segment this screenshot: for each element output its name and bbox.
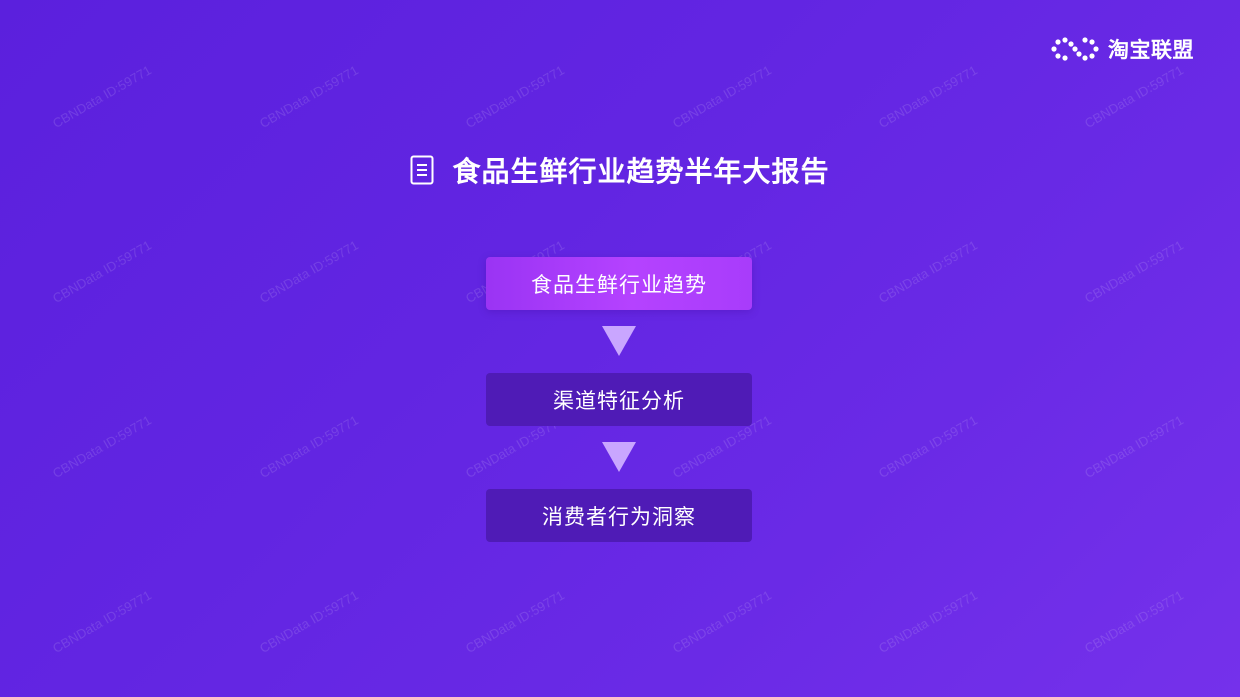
step-channel-analysis[interactable]: 渠道特征分析 xyxy=(486,373,752,426)
triangle-down-icon xyxy=(602,326,636,356)
step-consumer-insights[interactable]: 消费者行为洞察 xyxy=(486,489,752,542)
watermark-text: CBNData ID:59771 xyxy=(257,412,361,481)
page-title: 食品生鲜行业趋势半年大报告 xyxy=(452,155,830,188)
step-food-fresh-trends[interactable]: 食品生鲜行业趋势 xyxy=(486,257,752,310)
watermark-text: CBNData ID:59771 xyxy=(876,587,980,656)
watermark-text: CBNData ID:59771 xyxy=(463,62,567,131)
watermark-text: CBNData ID:59771 xyxy=(876,62,980,131)
brand-logo: 淘宝联盟 xyxy=(1050,34,1194,64)
watermark-text: CBNData ID:59771 xyxy=(50,412,154,481)
watermark-text: CBNData ID:59771 xyxy=(50,237,154,306)
watermark-text: CBNData ID:59771 xyxy=(670,62,774,131)
watermark-text: CBNData ID:59771 xyxy=(50,62,154,131)
taobao-alliance-logo-icon xyxy=(1051,37,1099,61)
watermark-text: CBNData ID:59771 xyxy=(257,237,361,306)
watermark-text: CBNData ID:59771 xyxy=(1082,62,1186,131)
brand-name: 淘宝联盟 xyxy=(1108,38,1194,62)
watermark-text: CBNData ID:59771 xyxy=(50,587,154,656)
watermark-text: CBNData ID:59771 xyxy=(876,237,980,306)
watermark-text: CBNData ID:59771 xyxy=(876,412,980,481)
watermark-text: CBNData ID:59771 xyxy=(463,587,567,656)
watermark-text: CBNData ID:59771 xyxy=(670,587,774,656)
watermark-text: CBNData ID:59771 xyxy=(1082,587,1186,656)
triangle-down-icon xyxy=(602,442,636,472)
document-icon xyxy=(410,155,434,185)
watermark-text: CBNData ID:59771 xyxy=(1082,237,1186,306)
title-row: 食品生鲜行业趋势半年大报告 xyxy=(0,150,1240,190)
watermark-text: CBNData ID:59771 xyxy=(257,62,361,131)
watermark-text: CBNData ID:59771 xyxy=(1082,412,1186,481)
watermark-text: CBNData ID:59771 xyxy=(257,587,361,656)
report-outline-flow: 食品生鲜行业趋势 渠道特征分析 消费者行为洞察 xyxy=(486,257,752,542)
